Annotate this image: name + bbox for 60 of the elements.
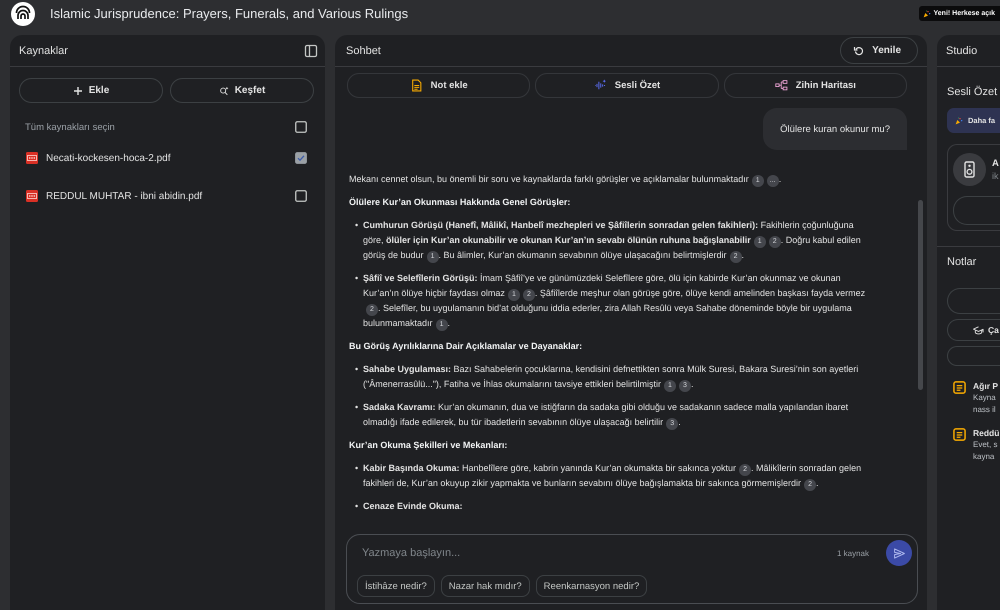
bullet-marker: • <box>354 462 360 475</box>
add-source-button[interactable]: Ekle <box>19 78 163 103</box>
panel-title: Sohbet <box>346 44 381 56</box>
suggestion-button[interactable]: Nazar hak mıdır? <box>440 575 530 597</box>
send-icon <box>892 546 906 560</box>
section-title: Notlar <box>947 255 978 269</box>
section-heading: Ölülere Kur’an Okunması Hakkında Genel Görüşler: <box>349 196 572 209</box>
plus-icon <box>72 86 83 96</box>
checkbox[interactable] <box>295 190 307 202</box>
audio-overview-button[interactable]: Sesli Özet <box>535 73 719 98</box>
bullet-marker: • <box>354 401 360 414</box>
note-icon <box>953 428 966 441</box>
party-popper-icon <box>955 116 963 124</box>
bullet-marker: • <box>354 272 360 285</box>
audio-subtitle: ik <box>992 170 999 182</box>
notebook-title: Islamic Jurisprudence: Prayers, Funerals, and Various Rulings <box>50 5 408 23</box>
panel-title: Kaynaklar <box>19 44 68 56</box>
bullet-marker: • <box>354 219 360 232</box>
document-icon <box>410 79 423 92</box>
bullet-marker: • <box>354 500 360 513</box>
select-all-label: Tüm kaynakları seçin <box>25 122 115 132</box>
panel-title: Studio <box>946 44 978 56</box>
send-button[interactable] <box>886 540 912 566</box>
speaker-icon <box>953 153 986 186</box>
note-snippet: Kayna nass il <box>973 392 997 416</box>
mind-map-button[interactable]: Zihin Haritası <box>724 73 907 98</box>
waveform-icon <box>594 79 607 92</box>
pdf-file-icon <box>26 190 38 202</box>
discover-button[interactable]: Keşfet <box>170 78 314 103</box>
note-icon <box>953 381 966 394</box>
audio-title: A <box>992 158 999 170</box>
source-name[interactable]: Necati-kockesen-hoca-2.pdf <box>46 152 295 164</box>
suggestion-button[interactable]: İstihâze nedir? <box>357 575 435 597</box>
refresh-icon <box>853 44 866 56</box>
note-snippet: Evet, s kayna <box>973 439 998 463</box>
diagram-icon <box>774 79 788 92</box>
message-input[interactable]: Yazmaya başlayın... <box>357 544 837 562</box>
refresh-button[interactable]: Yenile <box>840 37 918 64</box>
section-heading: Kur’an Okuma Şekilleri ve Mekanları: <box>349 439 508 452</box>
search-icon <box>218 86 229 96</box>
panel-toggle-icon[interactable] <box>304 44 318 58</box>
add-note-button[interactable]: Not ekle <box>347 73 530 98</box>
user-message: Ölülere kuran okunur mu? <box>763 108 907 150</box>
section-heading: Bu Görüş Ayrılıklarına Dair Açıklamalar ve Dayanaklar: <box>349 340 584 353</box>
graduation-cap-icon <box>973 324 984 336</box>
scrollbar-thumb[interactable] <box>918 200 923 390</box>
section-title: Sesli Özet <box>947 85 998 99</box>
checkbox[interactable] <box>295 121 307 133</box>
source-count: 1 kaynak <box>836 548 869 558</box>
logo-icon[interactable] <box>11 2 35 26</box>
study-button[interactable]: Ça <box>947 319 1000 341</box>
pdf-file-icon <box>26 152 38 164</box>
bullet-marker: • <box>354 363 360 376</box>
suggestion-button[interactable]: Reenkarnasyon nedir? <box>536 575 648 597</box>
list-item-text: Cenaze Evinde Okuma: <box>363 500 464 513</box>
source-name[interactable]: REDDUL MUHTAR - ibni abidin.pdf <box>46 190 295 202</box>
party-popper-icon <box>922 10 930 18</box>
checkbox[interactable] <box>295 152 307 164</box>
note-title[interactable]: Ağır P <box>973 380 998 392</box>
note-title[interactable]: Reddü <box>973 427 1000 439</box>
